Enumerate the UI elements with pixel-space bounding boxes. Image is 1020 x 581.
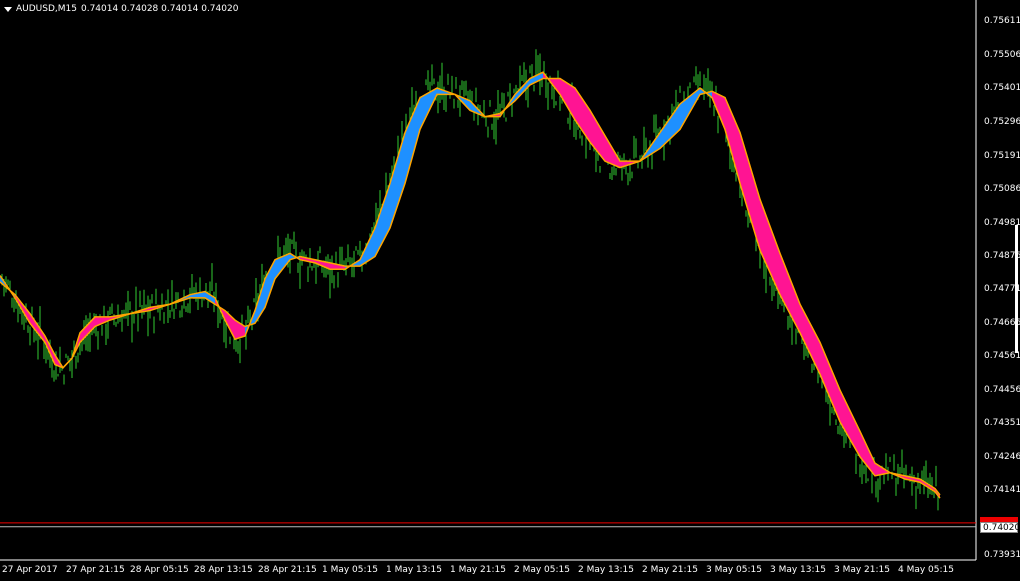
price-tick-label: 0.74246 bbox=[984, 452, 1020, 462]
time-tick-label: 27 Apr 21:15 bbox=[66, 565, 125, 575]
time-tick-label: 3 May 13:15 bbox=[770, 565, 826, 575]
time-tick-label: 1 May 21:15 bbox=[450, 565, 506, 575]
dropdown-triangle-icon[interactable] bbox=[4, 6, 12, 12]
price-tick-label: 0.75401 bbox=[984, 83, 1020, 93]
price-tick-label: 0.75506 bbox=[984, 50, 1020, 60]
time-tick-label: 3 May 21:15 bbox=[834, 565, 890, 575]
price-tick-label: 0.74141 bbox=[984, 485, 1020, 495]
time-tick-label: 28 Apr 21:15 bbox=[258, 565, 317, 575]
time-tick-label: 1 May 05:15 bbox=[322, 565, 378, 575]
time-tick-label: 28 Apr 13:15 bbox=[194, 565, 253, 575]
price-tick-label: 0.75191 bbox=[984, 151, 1020, 161]
chart-header: AUDUSD,M15 0.74014 0.74028 0.74014 0.740… bbox=[4, 4, 238, 14]
price-tick-label: 0.75086 bbox=[984, 184, 1020, 194]
time-tick-label: 2 May 21:15 bbox=[642, 565, 698, 575]
time-tick-label: 4 May 05:15 bbox=[898, 565, 954, 575]
chart-canvas[interactable] bbox=[0, 0, 1020, 581]
bid-price-tag: 0.74020 bbox=[980, 521, 1020, 533]
price-tick-label: 0.74456 bbox=[984, 385, 1020, 395]
time-tick-label: 1 May 13:15 bbox=[386, 565, 442, 575]
time-tick-label: 2 May 05:15 bbox=[514, 565, 570, 575]
price-tick-label: 0.75296 bbox=[984, 117, 1020, 127]
time-tick-label: 3 May 05:15 bbox=[706, 565, 762, 575]
price-tick-label: 0.73931 bbox=[984, 550, 1020, 560]
time-tick-label: 28 Apr 05:15 bbox=[130, 565, 189, 575]
time-tick-label: 27 Apr 2017 bbox=[2, 565, 58, 575]
symbol-label: AUDUSD,M15 bbox=[16, 4, 77, 14]
time-tick-label: 2 May 13:15 bbox=[578, 565, 634, 575]
price-tick-label: 0.74351 bbox=[984, 418, 1020, 428]
price-tick-label: 0.75611 bbox=[984, 16, 1020, 26]
axis-scroll-handle[interactable] bbox=[1015, 225, 1018, 353]
chart-window[interactable]: AUDUSD,M15 0.74014 0.74028 0.74014 0.740… bbox=[0, 0, 1020, 581]
quote-values: 0.74014 0.74028 0.74014 0.74020 bbox=[80, 4, 239, 14]
